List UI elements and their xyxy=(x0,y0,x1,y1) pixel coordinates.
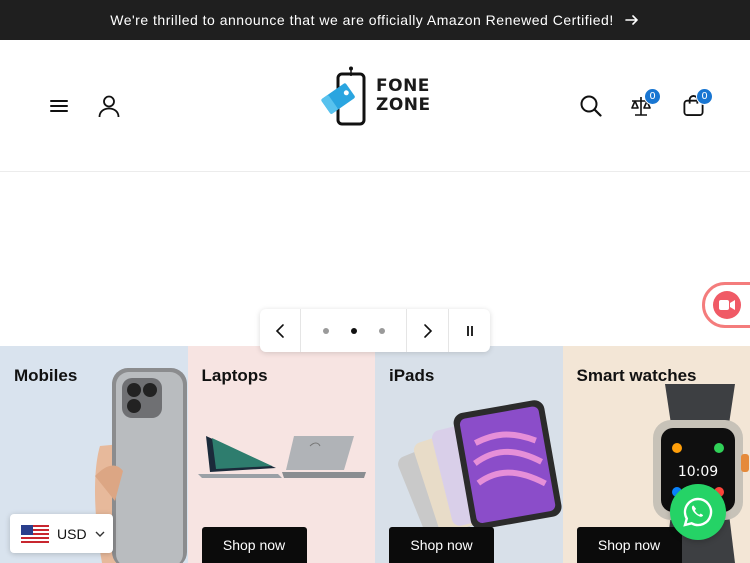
category-card-smart-watches[interactable]: Smart watches 10:09 Shop now xyxy=(562,346,750,563)
account-user-icon[interactable] xyxy=(96,93,122,119)
announcement-text: We're thrilled to announce that we are o… xyxy=(110,12,614,28)
fone-zone-logo-icon xyxy=(321,66,366,126)
logo-text-line2: ZONE xyxy=(376,95,431,115)
search-icon[interactable] xyxy=(579,94,603,118)
whatsapp-icon xyxy=(683,497,713,527)
shop-now-button[interactable]: Shop now xyxy=(576,527,682,563)
chevron-down-icon xyxy=(95,531,105,537)
currency-selector[interactable]: USD xyxy=(10,514,113,553)
site-logo[interactable]: FONE ZONE xyxy=(318,66,431,126)
category-title: Mobiles xyxy=(14,366,78,385)
video-camera-icon xyxy=(719,300,735,310)
arrow-right-icon xyxy=(624,15,638,25)
slider-dots xyxy=(301,327,406,334)
compare-scale-icon[interactable]: 0 xyxy=(629,87,661,118)
category-card-laptops[interactable]: Laptops Shop now xyxy=(187,346,375,563)
cart-count-badge: 0 xyxy=(696,87,713,105)
whatsapp-chat-button[interactable] xyxy=(670,484,726,540)
slider-dot[interactable] xyxy=(378,327,385,334)
category-title: Laptops xyxy=(201,366,268,385)
ipad-product-image xyxy=(398,400,562,533)
chevron-left-icon xyxy=(275,323,284,338)
logo-text-line1: FONE xyxy=(376,76,430,96)
category-card-ipads[interactable]: iPads Shop now xyxy=(375,346,563,563)
slider-next-button[interactable] xyxy=(407,309,448,352)
video-call-button[interactable] xyxy=(702,282,750,328)
compare-count-badge: 0 xyxy=(644,87,661,105)
slider-controls xyxy=(260,309,490,352)
slider-pause-button[interactable] xyxy=(449,309,490,352)
svg-text:10:09: 10:09 xyxy=(677,464,717,480)
slider-dot-active[interactable] xyxy=(350,327,357,334)
laptop-product-image xyxy=(197,436,366,478)
category-title: Smart watches xyxy=(576,366,697,385)
menu-hamburger-icon[interactable] xyxy=(49,96,69,116)
currency-code: USD xyxy=(57,525,87,542)
us-flag-icon xyxy=(21,524,49,543)
slider-prev-button[interactable] xyxy=(260,309,300,352)
slider-dot[interactable] xyxy=(322,327,329,334)
announcement-bar[interactable]: We're thrilled to announce that we are o… xyxy=(0,0,750,40)
category-title: iPads xyxy=(389,366,435,385)
shop-now-button[interactable]: Shop now xyxy=(201,527,307,563)
pause-icon xyxy=(466,325,473,336)
hero-slider xyxy=(0,172,750,352)
cart-bag-icon[interactable]: 0 xyxy=(681,87,713,118)
site-header: FONE ZONE 0 0 xyxy=(0,40,750,172)
shop-now-button[interactable]: Shop now xyxy=(389,527,494,563)
chevron-right-icon xyxy=(423,323,432,338)
